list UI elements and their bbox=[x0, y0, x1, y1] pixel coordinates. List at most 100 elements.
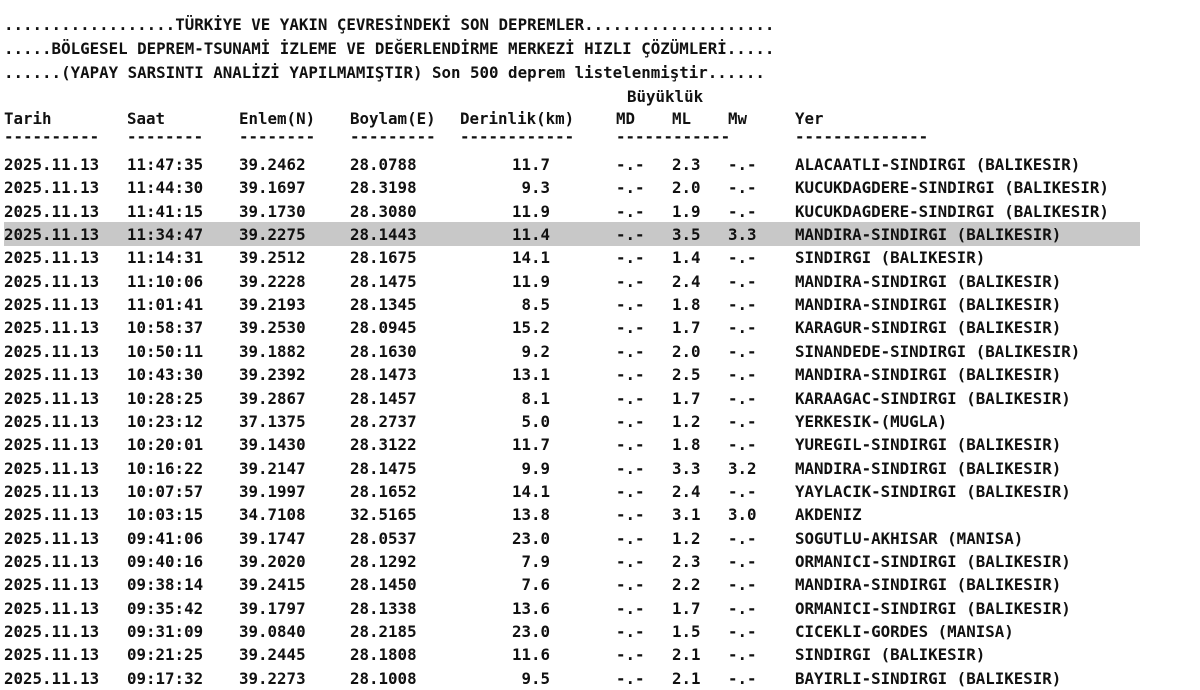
cell-date: 2025.11.13 bbox=[4, 178, 100, 197]
cell-md: -.- bbox=[616, 482, 645, 501]
cell-depth: 7.6 bbox=[521, 575, 550, 594]
sep-boylam: --------- bbox=[350, 130, 436, 144]
cell-place: SINDIRGI (BALIKESIR) bbox=[795, 248, 986, 267]
sep-yer: -------------- bbox=[795, 130, 929, 144]
cell-lon: 28.1475 bbox=[350, 272, 417, 291]
cell-time: 11:44:30 bbox=[127, 178, 204, 197]
table-row[interactable]: 2025.11.13 10:50:11 39.1882 28.1630 9.2 -.- 2.… bbox=[0, 340, 1200, 363]
table-row[interactable]: 2025.11.13 10:43:30 39.2392 28.1473 13.1 -.- 2… bbox=[0, 363, 1200, 386]
cell-place: YAYLACIK-SINDIRGI (BALIKESIR) bbox=[795, 482, 1071, 501]
magnitude-group-header: Büyüklük bbox=[627, 87, 704, 106]
cell-lon: 28.1808 bbox=[350, 645, 417, 664]
table-row[interactable]: 2025.11.13 09:41:06 39.1747 28.0537 23.0 -.- 1… bbox=[0, 527, 1200, 550]
cell-lon: 28.1457 bbox=[350, 389, 417, 408]
cell-lat: 39.1697 bbox=[239, 178, 306, 197]
cell-lat: 39.2530 bbox=[239, 318, 306, 337]
cell-depth: 15.2 bbox=[511, 318, 550, 337]
col-derinlik: Derinlik(km) bbox=[460, 109, 575, 128]
table-row[interactable]: 2025.11.13 11:41:15 39.1730 28.3080 11.9 -.- 1… bbox=[0, 200, 1200, 223]
col-mw: Mw bbox=[728, 109, 748, 128]
cell-lon: 28.1443 bbox=[350, 225, 417, 244]
cell-time: 09:38:14 bbox=[127, 575, 204, 594]
cell-date: 2025.11.13 bbox=[4, 342, 100, 361]
cell-time: 10:23:12 bbox=[127, 412, 204, 431]
cell-lat: 39.2020 bbox=[239, 552, 306, 571]
cell-md: -.- bbox=[616, 669, 645, 688]
table-row[interactable]: 2025.11.13 11:44:30 39.1697 28.3198 9.3 -.- 2.… bbox=[0, 176, 1200, 199]
table-row[interactable]: 2025.11.13 10:20:01 39.1430 28.3122 11.7 -.- 1… bbox=[0, 433, 1200, 456]
table-row[interactable]: 2025.11.13 09:31:09 39.0840 28.2185 23.0 -.- 1… bbox=[0, 620, 1200, 643]
table-row[interactable]: 2025.11.13 10:58:37 39.2530 28.0945 15.2 -.- 1… bbox=[0, 316, 1200, 339]
cell-lat: 39.1797 bbox=[239, 599, 306, 618]
sep-saat: -------- bbox=[127, 130, 204, 144]
col-yer: Yer bbox=[795, 109, 824, 128]
cell-mw: -.- bbox=[728, 178, 757, 197]
cell-place: YERKESIK-(MUGLA) bbox=[795, 412, 948, 431]
cell-mw: 3.2 bbox=[728, 459, 757, 478]
cell-place: SINANDEDE-SINDIRGI (BALIKESIR) bbox=[795, 342, 1081, 361]
sep-enlem: -------- bbox=[239, 130, 316, 144]
cell-ml: 3.1 bbox=[672, 505, 701, 524]
cell-md: -.- bbox=[616, 552, 645, 571]
cell-lat: 39.1747 bbox=[239, 529, 306, 548]
cell-mw: -.- bbox=[728, 645, 757, 664]
cell-depth: 5.0 bbox=[521, 412, 550, 431]
cell-lat: 39.2512 bbox=[239, 248, 306, 267]
cell-date: 2025.11.13 bbox=[4, 295, 100, 314]
table-row[interactable]: 2025.11.13 10:28:25 39.2867 28.1457 8.1 -.- 1.… bbox=[0, 387, 1200, 410]
table-row[interactable]: 2025.11.13 11:01:41 39.2193 28.1345 8.5 -.- 1.… bbox=[0, 293, 1200, 316]
cell-ml: 2.4 bbox=[672, 272, 701, 291]
cell-lat: 39.2445 bbox=[239, 645, 306, 664]
table-row[interactable]: 2025.11.13 10:23:12 37.1375 28.2737 5.0 -.- 1.… bbox=[0, 410, 1200, 433]
cell-date: 2025.11.13 bbox=[4, 622, 100, 641]
sep-tarih: ---------- bbox=[4, 130, 100, 144]
table-row[interactable]: 2025.11.13 11:10:06 39.2228 28.1475 11.9 -.- 2… bbox=[0, 270, 1200, 293]
cell-mw: 3.3 bbox=[728, 225, 757, 244]
cell-time: 09:40:16 bbox=[127, 552, 204, 571]
cell-lon: 28.0537 bbox=[350, 529, 417, 548]
cell-md: -.- bbox=[616, 459, 645, 478]
table-row[interactable]: 2025.11.13 09:17:32 39.2273 28.1008 9.5 -.- 2.… bbox=[0, 667, 1200, 690]
cell-mw: -.- bbox=[728, 412, 757, 431]
cell-mw: -.- bbox=[728, 389, 757, 408]
cell-depth: 11.7 bbox=[511, 435, 550, 454]
cell-mw: -.- bbox=[728, 155, 757, 174]
cell-time: 10:28:25 bbox=[127, 389, 204, 408]
cell-place: MANDIRA-SINDIRGI (BALIKESIR) bbox=[795, 272, 1062, 291]
cell-date: 2025.11.13 bbox=[4, 412, 100, 431]
cell-depth: 9.9 bbox=[521, 459, 550, 478]
cell-time: 10:50:11 bbox=[127, 342, 204, 361]
table-row[interactable]: 2025.11.13 10:07:57 39.1997 28.1652 14.1 -.- 2… bbox=[0, 480, 1200, 503]
cell-md: -.- bbox=[616, 599, 645, 618]
cell-lat: 39.2228 bbox=[239, 272, 306, 291]
cell-md: -.- bbox=[616, 575, 645, 594]
cell-lon: 28.1675 bbox=[350, 248, 417, 267]
cell-time: 10:20:01 bbox=[127, 435, 204, 454]
cell-place: ALACAATLI-SINDIRGI (BALIKESIR) bbox=[795, 155, 1081, 174]
cell-place: MANDIRA-SINDIRGI (BALIKESIR) bbox=[795, 575, 1062, 594]
cell-date: 2025.11.13 bbox=[4, 435, 100, 454]
table-row[interactable]: 2025.11.13 11:34:47 39.2275 28.1443 11.4 -.- 3… bbox=[0, 223, 1200, 246]
table-row[interactable]: 2025.11.13 09:35:42 39.1797 28.1338 13.6 -.- 1… bbox=[0, 597, 1200, 620]
table-row[interactable]: 2025.11.13 11:14:31 39.2512 28.1675 14.1 -.- 1… bbox=[0, 246, 1200, 269]
cell-mw: -.- bbox=[728, 599, 757, 618]
cell-ml: 2.4 bbox=[672, 482, 701, 501]
cell-ml: 3.3 bbox=[672, 459, 701, 478]
cell-mw: -.- bbox=[728, 622, 757, 641]
cell-mw: -.- bbox=[728, 202, 757, 221]
table-row[interactable]: 2025.11.13 10:16:22 39.2147 28.1475 9.9 -.- 3.… bbox=[0, 457, 1200, 480]
cell-date: 2025.11.13 bbox=[4, 482, 100, 501]
table-row[interactable]: 2025.11.13 09:38:14 39.2415 28.1450 7.6 -.- 2.… bbox=[0, 573, 1200, 596]
cell-md: -.- bbox=[616, 365, 645, 384]
table-row[interactable]: 2025.11.13 11:47:35 39.2462 28.0788 11.7 -.- 2… bbox=[0, 153, 1200, 176]
table-row[interactable]: 2025.11.13 09:40:16 39.2020 28.1292 7.9 -.- 2.… bbox=[0, 550, 1200, 573]
table-row[interactable]: 2025.11.13 10:03:15 34.7108 32.5165 13.8 -.- 3… bbox=[0, 503, 1200, 526]
cell-depth: 7.9 bbox=[521, 552, 550, 571]
separator-line: ---------- -------- -------- --------- -… bbox=[0, 130, 1200, 144]
cell-mw: -.- bbox=[728, 342, 757, 361]
cell-mw: -.- bbox=[728, 272, 757, 291]
cell-date: 2025.11.13 bbox=[4, 575, 100, 594]
cell-date: 2025.11.13 bbox=[4, 529, 100, 548]
cell-lon: 28.1345 bbox=[350, 295, 417, 314]
table-row[interactable]: 2025.11.13 09:21:25 39.2445 28.1808 11.6 -.- 2… bbox=[0, 643, 1200, 666]
